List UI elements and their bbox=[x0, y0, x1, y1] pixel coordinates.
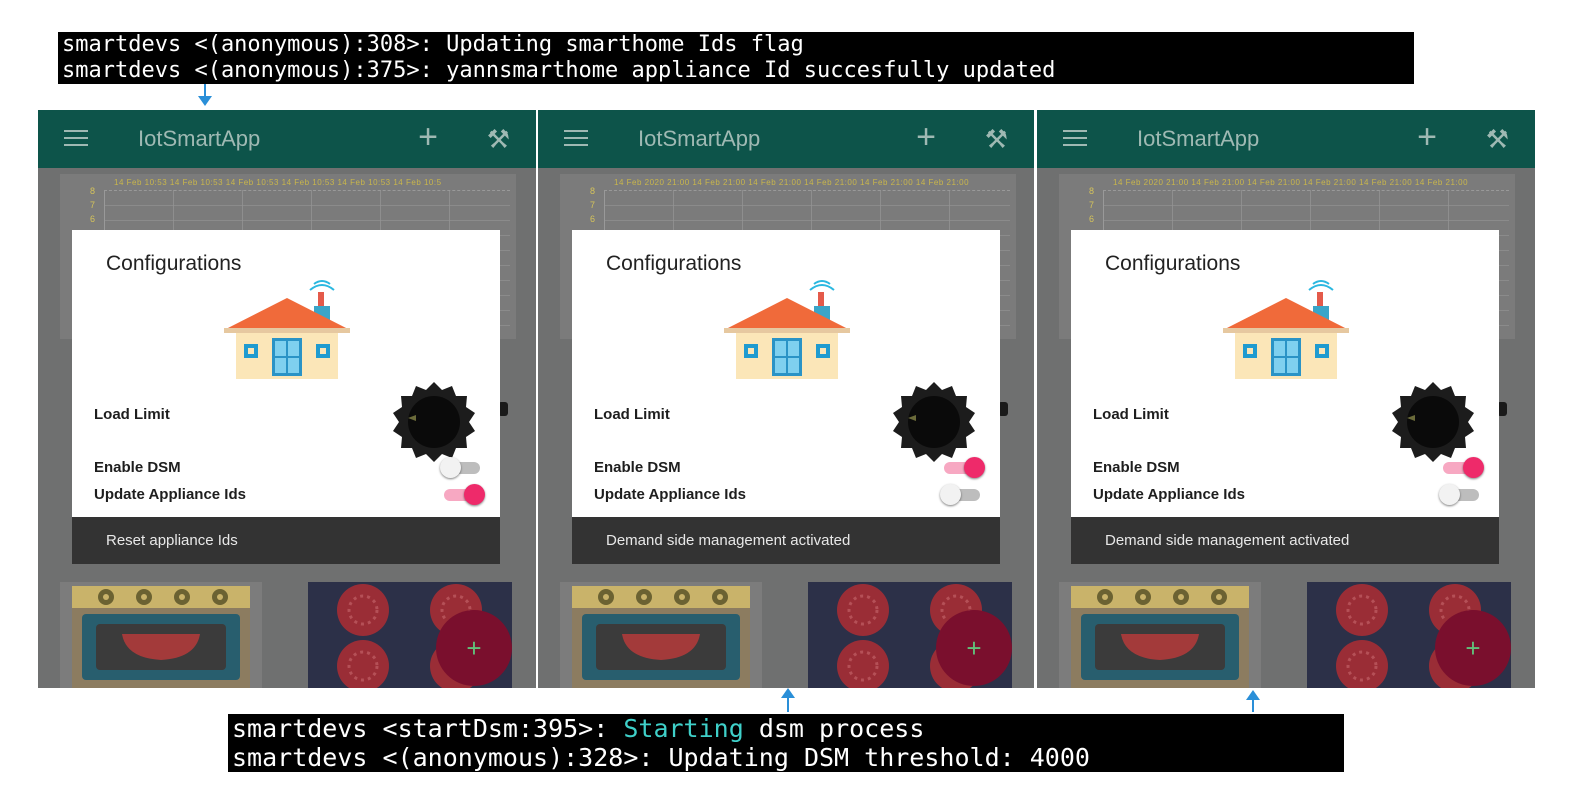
dialog-title: Configurations bbox=[106, 252, 242, 275]
app-title: IotSmartApp bbox=[638, 126, 761, 151]
update-appliance-ids-label: Update Appliance Ids bbox=[1093, 486, 1245, 503]
add-icon[interactable]: + bbox=[916, 120, 936, 154]
chart-y-label: 7 bbox=[590, 200, 596, 210]
enable-dsm-label: Enable DSM bbox=[94, 459, 181, 476]
load-limit-knob-icon[interactable] bbox=[1389, 378, 1477, 466]
add-icon[interactable]: + bbox=[1417, 120, 1437, 154]
chart-y-label: 7 bbox=[1089, 200, 1095, 210]
chart-y-label: 8 bbox=[90, 186, 96, 196]
terminal-log-top: smartdevs <(anonymous):308>: Updating sm… bbox=[58, 32, 1414, 84]
enable-dsm-label: Enable DSM bbox=[594, 459, 681, 476]
oven-icon bbox=[72, 586, 250, 688]
hamburger-menu-icon[interactable] bbox=[564, 130, 588, 148]
smart-home-icon bbox=[1223, 280, 1349, 379]
app-bar: IotSmartApp + ⚒ bbox=[38, 110, 536, 168]
smart-home-icon bbox=[724, 280, 850, 379]
enable-dsm-toggle[interactable] bbox=[440, 456, 486, 478]
chart-tick-labels: 14 Feb 2020 21:00 14 Feb 21:00 14 Feb 21… bbox=[614, 178, 970, 187]
configurations-dialog: Configurations Load Limit Enable DSM Upd… bbox=[572, 230, 1000, 517]
update-appliance-ids-label: Update Appliance Ids bbox=[94, 486, 246, 503]
chart-y-label: 6 bbox=[90, 214, 96, 224]
add-appliance-fab[interactable]: + bbox=[436, 610, 512, 686]
chart-y-label: 6 bbox=[590, 214, 596, 224]
update-appliance-ids-label: Update Appliance Ids bbox=[594, 486, 746, 503]
app-title: IotSmartApp bbox=[1137, 126, 1260, 151]
enable-dsm-toggle[interactable] bbox=[940, 456, 986, 478]
update-appliance-ids-toggle[interactable] bbox=[440, 483, 486, 505]
oven-appliance-card[interactable] bbox=[60, 582, 262, 688]
phone-screen-3: IotSmartApp + ⚒ 14 Feb 2020 21:00 14 Feb… bbox=[1037, 110, 1535, 688]
snackbar-message: Reset appliance Ids bbox=[72, 517, 500, 564]
snackbar-message: Demand side management activated bbox=[572, 517, 1000, 564]
chart-y-label: 8 bbox=[590, 186, 596, 196]
enable-dsm-label: Enable DSM bbox=[1093, 459, 1180, 476]
tools-icon[interactable]: ⚒ bbox=[1486, 124, 1509, 155]
oven-appliance-card[interactable] bbox=[1059, 582, 1261, 688]
smart-home-icon bbox=[224, 280, 350, 379]
chart-tick-labels: 14 Feb 2020 21:00 14 Feb 21:00 14 Feb 21… bbox=[1113, 178, 1469, 187]
dialog-title: Configurations bbox=[1105, 252, 1241, 275]
oven-icon bbox=[1071, 586, 1249, 688]
load-limit-label: Load Limit bbox=[94, 406, 170, 423]
app-bar: IotSmartApp + ⚒ bbox=[1037, 110, 1535, 168]
arrow-up-icon bbox=[1246, 690, 1260, 712]
tools-icon[interactable]: ⚒ bbox=[985, 124, 1008, 155]
load-limit-knob-icon[interactable] bbox=[890, 378, 978, 466]
terminal-line: smartdevs <(anonymous):375>: yannsmartho… bbox=[62, 58, 1056, 83]
enable-dsm-toggle[interactable] bbox=[1439, 456, 1485, 478]
load-limit-knob-icon[interactable] bbox=[390, 378, 478, 466]
hamburger-menu-icon[interactable] bbox=[1063, 130, 1087, 148]
phone-screen-1: IotSmartApp + ⚒ 14 Feb 10:53 14 Feb 10:5… bbox=[38, 110, 536, 688]
configurations-dialog: Configurations Load Limit Enable DSM Upd… bbox=[1071, 230, 1499, 517]
add-appliance-fab[interactable]: + bbox=[1435, 610, 1511, 686]
app-bar: IotSmartApp + ⚒ bbox=[538, 110, 1034, 168]
update-appliance-ids-toggle[interactable] bbox=[940, 483, 986, 505]
add-icon[interactable]: + bbox=[418, 120, 438, 154]
terminal-line: smartdevs <startDsm:395>: Starting dsm p… bbox=[232, 714, 925, 743]
terminal-line: smartdevs <(anonymous):328>: Updating DS… bbox=[232, 743, 1090, 772]
chart-y-label: 6 bbox=[1089, 214, 1095, 224]
app-title: IotSmartApp bbox=[138, 126, 261, 151]
phone-screen-2: IotSmartApp + ⚒ 14 Feb 2020 21:00 14 Feb… bbox=[538, 110, 1034, 688]
arrow-up-icon bbox=[781, 688, 795, 712]
oven-appliance-card[interactable] bbox=[560, 582, 762, 688]
configurations-dialog: Configurations Load Limit Enable DSM Upd… bbox=[72, 230, 500, 517]
chart-tick-labels: 14 Feb 10:53 14 Feb 10:53 14 Feb 10:53 1… bbox=[114, 178, 442, 187]
add-appliance-fab[interactable]: + bbox=[936, 610, 1012, 686]
hamburger-menu-icon[interactable] bbox=[64, 130, 88, 148]
terminal-log-bottom: smartdevs <startDsm:395>: Starting dsm p… bbox=[228, 714, 1344, 772]
snackbar-message: Demand side management activated bbox=[1071, 517, 1499, 564]
update-appliance-ids-toggle[interactable] bbox=[1439, 483, 1485, 505]
terminal-line: smartdevs <(anonymous):308>: Updating sm… bbox=[62, 32, 804, 57]
load-limit-label: Load Limit bbox=[594, 406, 670, 423]
load-limit-label: Load Limit bbox=[1093, 406, 1169, 423]
oven-icon bbox=[572, 586, 750, 688]
dialog-title: Configurations bbox=[606, 252, 742, 275]
tools-icon[interactable]: ⚒ bbox=[487, 124, 510, 155]
arrow-down-icon bbox=[198, 84, 212, 106]
chart-y-label: 8 bbox=[1089, 186, 1095, 196]
chart-y-label: 7 bbox=[90, 200, 96, 210]
